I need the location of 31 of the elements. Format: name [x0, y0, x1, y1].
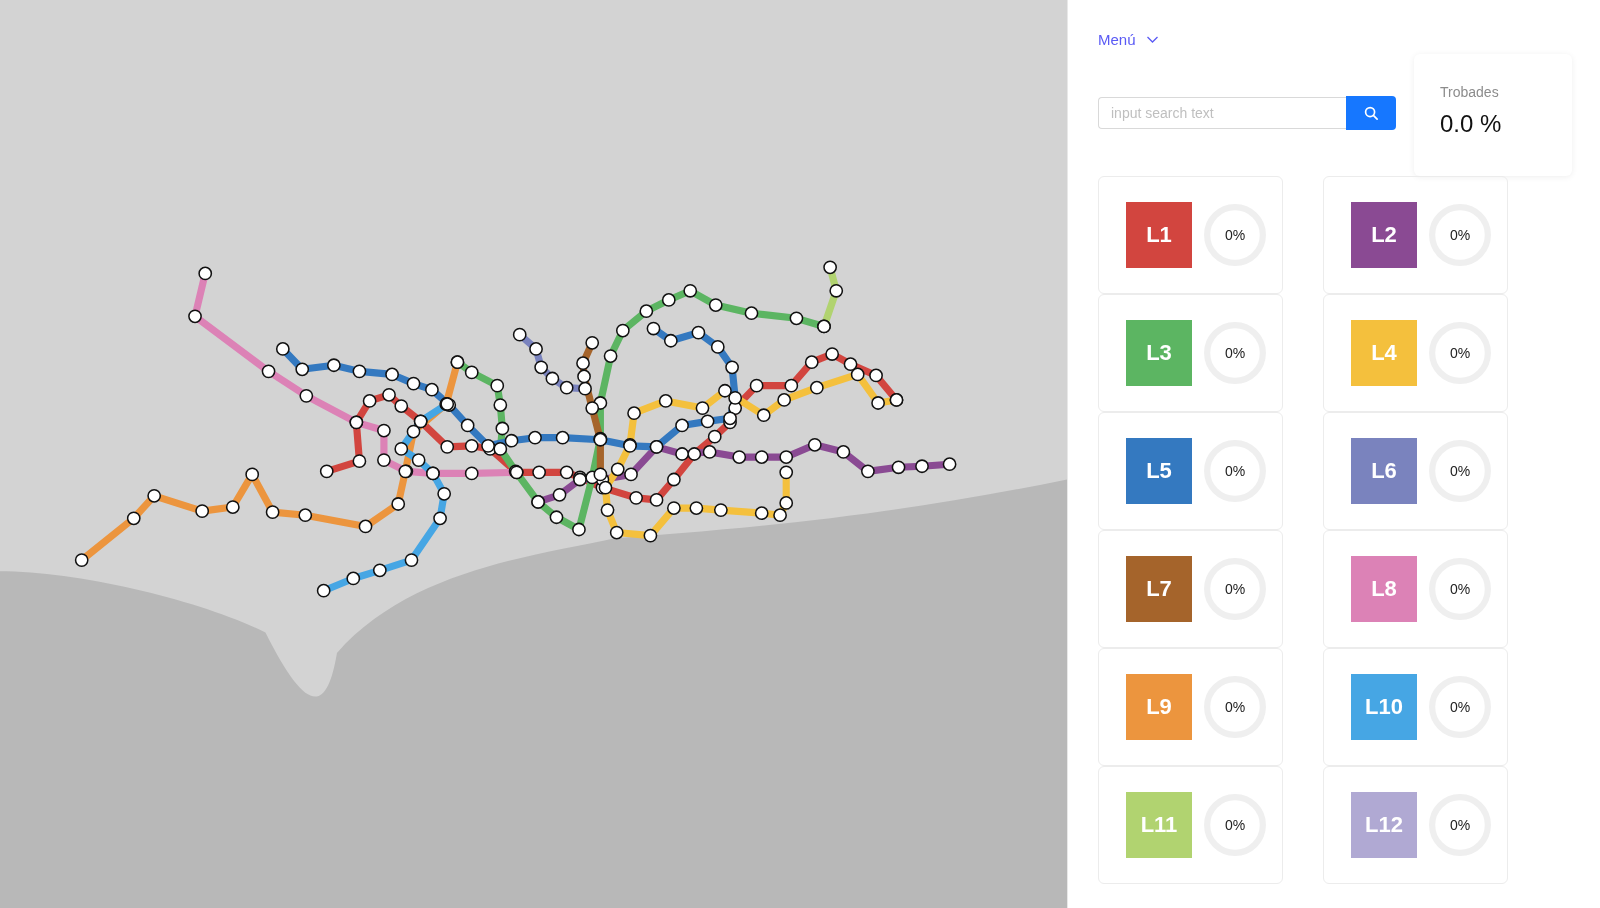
stat-value: 0.0 % — [1440, 110, 1503, 138]
progress-reading: 0% — [1224, 581, 1246, 597]
progress-reading: 0% — [1449, 345, 1471, 361]
line-badge: L12 — [1351, 792, 1417, 858]
search-field[interactable]: input search text — [1098, 97, 1346, 129]
line-badge: L2 — [1351, 202, 1417, 268]
progress-reading: 0% — [1449, 463, 1471, 479]
progress-reading: 0% — [1449, 699, 1471, 715]
line-badge: L7 — [1126, 556, 1192, 622]
search-button[interactable] — [1346, 96, 1396, 130]
line-badge: L6 — [1351, 438, 1417, 504]
progress-reading: 0% — [1224, 345, 1246, 361]
line-badge: L4 — [1351, 320, 1417, 386]
stat-label: Trobades — [1440, 84, 1500, 100]
progress-reading: 0% — [1224, 817, 1246, 833]
line-badge: L11 — [1126, 792, 1192, 858]
menu-dropdown[interactable]: Menú — [1098, 31, 1159, 48]
search-icon — [1363, 105, 1379, 121]
line-badge: L8 — [1351, 556, 1417, 622]
line-badge: L10 — [1351, 674, 1417, 740]
progress-reading: 0% — [1449, 817, 1471, 833]
line-badge: L5 — [1126, 438, 1192, 504]
progress-reading: 0% — [1224, 699, 1246, 715]
line-badge: L3 — [1126, 320, 1192, 386]
progress-reading: 0% — [1224, 463, 1246, 479]
progress-reading: 0% — [1224, 227, 1246, 243]
progress-reading: 0% — [1449, 227, 1471, 243]
progress-reading: 0% — [1449, 581, 1471, 597]
caret-icon — [1145, 35, 1159, 44]
line-badge: L1 — [1126, 202, 1192, 268]
line-badge: L9 — [1126, 674, 1192, 740]
